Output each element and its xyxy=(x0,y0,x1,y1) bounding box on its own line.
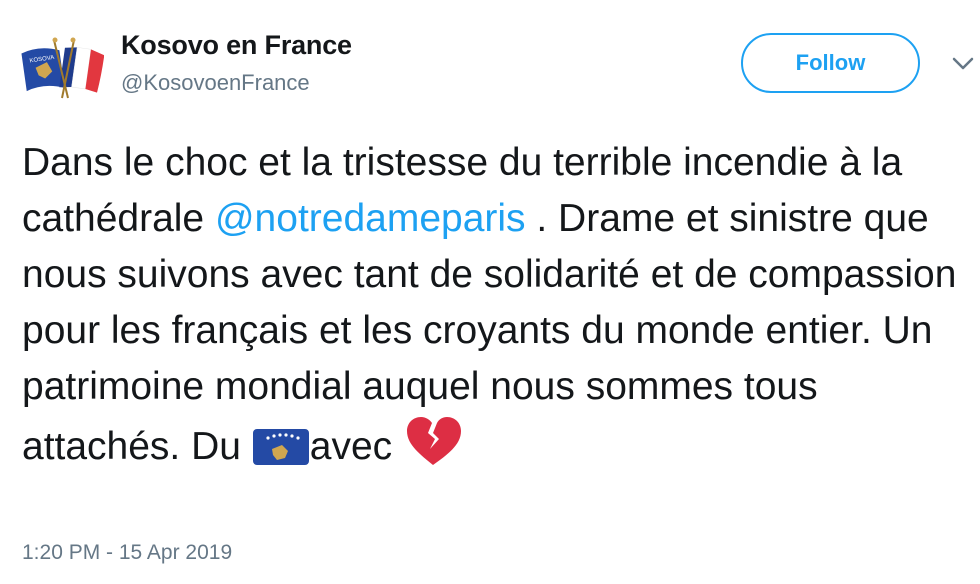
tweet-text: Dans le choc et la tristesse du terrible… xyxy=(22,135,967,475)
user-handle[interactable]: @KosovoenFrance xyxy=(121,70,310,96)
mention-link[interactable]: @notredameparis xyxy=(215,197,526,240)
follow-button[interactable]: Follow xyxy=(741,33,920,93)
kosovo-france-flags-avatar: KOSOVA xyxy=(21,37,104,99)
avatar[interactable]: KOSOVA xyxy=(18,32,104,102)
chevron-down-icon[interactable] xyxy=(950,52,976,74)
tweet-timestamp[interactable]: 1:20 PM - 15 Apr 2019 xyxy=(22,541,232,565)
tweet-text-part3: avec xyxy=(309,425,404,468)
display-name[interactable]: Kosovo en France xyxy=(121,30,352,61)
flag-kosovo-icon xyxy=(252,427,310,467)
broken-heart-icon xyxy=(403,415,463,467)
